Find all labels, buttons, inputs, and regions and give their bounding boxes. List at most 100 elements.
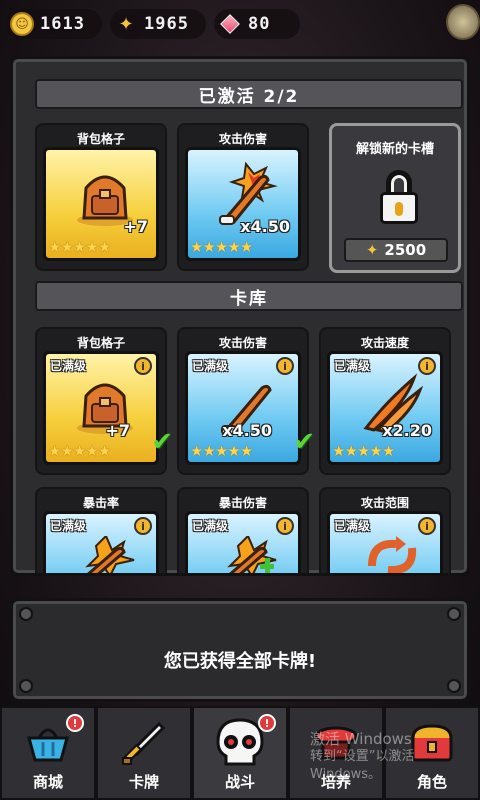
notification-badge: ! [258,714,276,732]
bottom-nav: ! 商城 卡牌 ! 战斗 培养 角色 [0,706,480,800]
card-panel: 已激活 2/2 背包格子 +7 ★ ★ ★ ★ ★ 攻击伤害 x4.50 ★ ★… [10,56,470,576]
keyhole [395,202,403,216]
star-icon: ★ [227,442,241,460]
star-rating: ★ ★ ★ ★ ★ [48,442,112,460]
sword-icon [118,719,170,767]
star-icon: ★ [239,238,254,256]
coin-value: 1613 [40,14,85,34]
star-icon: ★ [381,442,396,460]
nav-battle[interactable]: ! 战斗 [192,706,288,800]
library-card[interactable]: 暴击伤害 已满级 i [177,487,309,573]
equipped-check-icon: ✔ [293,427,315,457]
card-value: x2.20 [382,421,432,440]
fish-value: 1965 [144,14,189,34]
card-art: 已满级 i x2.20 ★ ★ ★ ★ ★ [327,351,443,465]
info-icon[interactable]: i [276,517,294,535]
star-icon: ★ [97,442,112,460]
library-card[interactable]: 攻击伤害 已满级 i x4.50 ★ ★ ★ ★ ★ ✔ [177,327,315,475]
card-name: 背包格子 [76,132,125,146]
library-card[interactable]: 背包格子 已满级 i +7 ★ ★ ★ ★ ★ ✔ [35,327,173,475]
card-art: 已满级 i [327,511,443,573]
star-icon: ★ [97,238,112,256]
star-icon: ★ [369,442,383,460]
nav-shop[interactable]: ! 商城 [0,706,96,800]
star-icon: ★ [227,238,241,256]
max-level-tag: 已满级 [192,519,229,533]
chest-icon [406,719,458,767]
range-arrows-icon [368,536,417,573]
star-rating: ★ ★ ★ ★ ★ [332,442,396,460]
resource-bar: ☺ 1613 ✦ 1965 80 [0,0,480,50]
star-icon: ★ [202,238,216,256]
unlock-slot-label: 解锁新的卡槽 [355,142,434,157]
star-rating: ★ ★ ★ ★ ★ [48,238,112,256]
library-card[interactable]: 攻击范围 已满级 i [319,487,451,573]
equipped-check-icon: ✔ [151,427,173,457]
gem-counter: 80 [214,9,300,39]
star-rating: ★ ★ ★ ★ ★ [190,238,254,256]
card-name: 攻击伤害 [218,336,267,350]
star-icon: ★ [85,442,99,460]
active-card[interactable]: 攻击伤害 x4.50 ★ ★ ★ ★ ★ [177,123,309,271]
info-icon[interactable]: i [134,357,152,375]
bat-icon [85,536,135,573]
card-name: 攻击速度 [360,336,409,350]
card-value: +7 [105,421,130,440]
fish-counter: ✦ 1965 [110,9,206,39]
star-icon: ★ [239,442,254,460]
active-card[interactable]: 背包格子 +7 ★ ★ ★ ★ ★ [35,123,167,271]
info-icon[interactable]: i [134,517,152,535]
nav-label: 商城 [32,773,63,791]
card-name: 暴击率 [82,496,119,510]
star-icon: ★ [60,238,74,256]
library-card[interactable]: 攻击速度 已满级 i x2.20 ★ ★ ★ ★ ★ [319,327,451,475]
nav-label: 角色 [416,773,447,791]
max-level-tag: 已满级 [334,519,371,533]
bat-icon [227,536,277,573]
library-section-title: 卡库 [35,281,463,311]
card-name: 背包格子 [76,336,125,350]
star-icon: ★ [85,238,99,256]
unlock-slot-card[interactable]: 解锁新的卡槽 ✦ 2500 [329,123,461,273]
notification-badge: ! [66,714,84,732]
active-section-title: 已激活 2/2 [35,79,463,109]
nav-cards[interactable]: 卡牌 [96,706,192,800]
card-name: 攻击范围 [360,496,409,510]
message-panel: 您已获得全部卡牌! [10,598,470,702]
coin-icon: ☺ [10,12,34,36]
panel-rivet [447,679,461,693]
fish-icon: ✦ [365,241,379,259]
unlock-price: 2500 [384,241,427,259]
gem-icon [218,12,242,36]
card-art: x4.50 ★ ★ ★ ★ ★ [185,147,301,261]
card-art: 已满级 i [43,511,159,573]
card-art: +7 ★ ★ ★ ★ ★ [43,147,159,261]
card-name: 攻击伤害 [218,132,267,146]
fish-icon: ✦ [118,13,134,35]
nav-label: 卡牌 [128,773,159,791]
map-button[interactable] [446,4,480,40]
card-name: 暴击伤害 [218,496,267,510]
unlock-price-button[interactable]: ✦ 2500 [344,238,448,262]
coin-counter: ☺ 1613 [6,9,102,39]
max-level-tag: 已满级 [50,359,87,373]
nav-label: 战斗 [224,773,255,791]
star-icon: ★ [60,442,74,460]
all-cards-message: 您已获得全部卡牌! [163,651,317,672]
star-rating: ★ ★ ★ ★ ★ [190,442,254,460]
gem-value: 80 [248,14,271,34]
panel-rivet [19,679,33,693]
panel-rivet [19,607,33,621]
card-value: x4.50 [240,217,290,236]
card-value: x4.50 [222,421,272,440]
library-card[interactable]: 暴击率 已满级 i [35,487,167,573]
info-icon[interactable]: i [418,517,436,535]
star-icon: ★ [344,442,358,460]
nav-character[interactable]: 角色 [384,706,480,800]
card-art: 已满级 i [185,511,301,573]
nav-train[interactable]: 培养 [288,706,384,800]
nav-label: 培养 [320,773,351,791]
max-level-tag: 已满级 [50,519,87,533]
panel-rivet [447,607,461,621]
card-value: +7 [123,217,148,236]
